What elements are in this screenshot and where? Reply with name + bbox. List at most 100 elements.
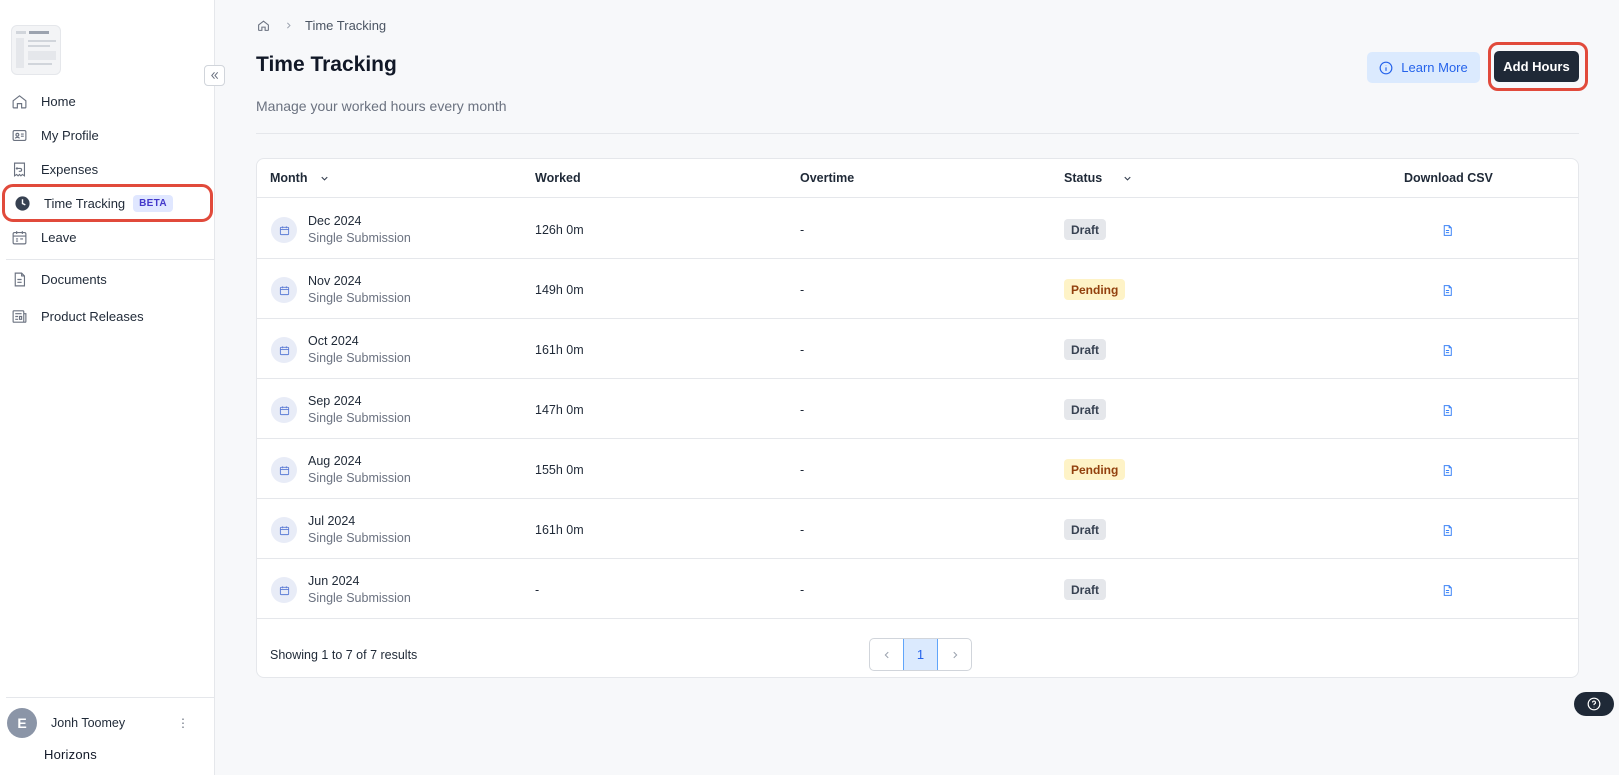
user-name: Jonh Toomey: [51, 716, 126, 730]
calendar-icon: [271, 337, 297, 363]
page-subtitle: Manage your worked hours every month: [256, 98, 507, 114]
worked-hours: 126h 0m: [535, 223, 584, 237]
month-name: Jul 2024: [308, 514, 356, 528]
collapse-sidebar-button[interactable]: [204, 65, 225, 86]
beta-badge: BETA: [133, 194, 173, 212]
overtime-hours: -: [800, 343, 805, 357]
worked-hours: 161h 0m: [535, 523, 584, 537]
download-csv-icon[interactable]: [1438, 340, 1456, 360]
table-row[interactable]: Jun 2024 Single Submission - - Draft: [257, 559, 1578, 619]
info-icon: [1379, 61, 1393, 75]
sidebar-item-time-tracking[interactable]: Time Tracking BETA: [2, 184, 213, 222]
learn-more-button[interactable]: Learn More: [1367, 52, 1480, 83]
status-badge: Draft: [1064, 579, 1107, 600]
results-summary: Showing 1 to 7 of 7 results: [270, 648, 418, 662]
app-logo: [11, 25, 61, 75]
status-badge: Pending: [1064, 459, 1126, 480]
column-status[interactable]: Status: [1064, 171, 1133, 185]
overtime-hours: -: [800, 463, 805, 477]
calendar-icon: [271, 277, 297, 303]
download-csv-icon[interactable]: [1438, 580, 1456, 600]
month-name: Dec 2024: [308, 214, 362, 228]
sidebar-item-expenses[interactable]: Expenses: [10, 156, 210, 182]
more-vertical-icon[interactable]: ⋮: [177, 716, 189, 730]
calendar-icon: [271, 217, 297, 243]
sidebar-item-label: My Profile: [41, 127, 99, 143]
page-button[interactable]: 1: [903, 639, 938, 670]
next-page-button[interactable]: [938, 639, 971, 670]
download-csv-icon[interactable]: [1438, 220, 1456, 240]
table-row[interactable]: Oct 2024 Single Submission 161h 0m - Draft: [257, 319, 1578, 379]
month-name: Oct 2024: [308, 334, 359, 348]
receipt-icon: [10, 160, 28, 178]
newspaper-icon: [10, 307, 28, 325]
sidebar-divider: [6, 697, 215, 698]
time-tracking-table: Month Worked Overtime Status Download CS…: [256, 158, 1579, 678]
status-badge: Draft: [1064, 399, 1107, 420]
document-icon: [10, 270, 28, 288]
sidebar-item-home[interactable]: Home: [10, 88, 210, 114]
month-name: Nov 2024: [308, 274, 362, 288]
submission-type: Single Submission: [308, 591, 411, 605]
sidebar-item-leave[interactable]: Leave: [10, 224, 210, 250]
calendar-icon: [10, 228, 28, 246]
breadcrumb-current: Time Tracking: [305, 18, 387, 33]
status-badge: Draft: [1064, 339, 1107, 360]
table-row[interactable]: Sep 2024 Single Submission 147h 0m - Draft: [257, 379, 1578, 439]
home-icon: [10, 92, 28, 110]
calendar-icon: [271, 577, 297, 603]
clock-icon: [13, 194, 31, 212]
calendar-icon: [271, 457, 297, 483]
column-month[interactable]: Month: [270, 171, 330, 185]
home-icon[interactable]: [257, 19, 270, 32]
download-csv-icon[interactable]: [1438, 400, 1456, 420]
sidebar-item-documents[interactable]: Documents: [10, 266, 210, 292]
learn-more-label: Learn More: [1401, 60, 1468, 75]
calendar-icon: [271, 397, 297, 423]
column-worked: Worked: [535, 171, 581, 185]
worked-hours: 155h 0m: [535, 463, 584, 477]
column-label: Month: [270, 171, 308, 185]
sidebar-item-my-profile[interactable]: My Profile: [10, 122, 210, 148]
download-csv-icon[interactable]: [1438, 280, 1456, 300]
download-csv-icon[interactable]: [1438, 520, 1456, 540]
submission-type: Single Submission: [308, 471, 411, 485]
id-card-icon: [10, 126, 28, 144]
sidebar: Home My Profile Expenses Time Tracking B…: [0, 0, 215, 775]
sidebar-item-label: Product Releases: [41, 308, 144, 324]
column-download-csv: Download CSV: [1404, 171, 1493, 185]
worked-hours: 147h 0m: [535, 403, 584, 417]
overtime-hours: -: [800, 283, 805, 297]
table-row[interactable]: Nov 2024 Single Submission 149h 0m - Pending: [257, 259, 1578, 319]
submission-type: Single Submission: [308, 531, 411, 545]
chevron-right-icon: [284, 18, 293, 33]
avatar: E: [7, 708, 37, 738]
worked-hours: 161h 0m: [535, 343, 584, 357]
help-button[interactable]: [1574, 692, 1614, 716]
header-divider: [256, 133, 1579, 134]
table-row[interactable]: Dec 2024 Single Submission 126h 0m - Draft: [257, 199, 1578, 259]
worked-hours: -: [535, 583, 540, 597]
table-row[interactable]: Jul 2024 Single Submission 161h 0m - Draft: [257, 499, 1578, 559]
month-name: Sep 2024: [308, 394, 362, 408]
column-label: Status: [1064, 171, 1103, 185]
status-badge: Pending: [1064, 279, 1126, 300]
column-overtime: Overtime: [800, 171, 855, 185]
add-hours-button[interactable]: Add Hours: [1494, 51, 1579, 82]
sidebar-divider: [6, 259, 215, 260]
brand-logo: Horizons: [44, 747, 97, 762]
user-menu[interactable]: E Jonh Toomey ⋮: [7, 708, 207, 738]
overtime-hours: -: [800, 223, 805, 237]
sidebar-item-product-releases[interactable]: Product Releases: [10, 303, 210, 329]
chevron-down-icon: [319, 173, 330, 184]
submission-type: Single Submission: [308, 411, 411, 425]
month-name: Aug 2024: [308, 454, 362, 468]
table-row[interactable]: Aug 2024 Single Submission 155h 0m - Pending: [257, 439, 1578, 499]
download-csv-icon[interactable]: [1438, 460, 1456, 480]
worked-hours: 149h 0m: [535, 283, 584, 297]
prev-page-button[interactable]: [870, 639, 903, 670]
submission-type: Single Submission: [308, 351, 411, 365]
sidebar-item-label: Home: [41, 93, 76, 109]
overtime-hours: -: [800, 583, 805, 597]
table-header: Month Worked Overtime Status Download CS…: [257, 159, 1578, 198]
